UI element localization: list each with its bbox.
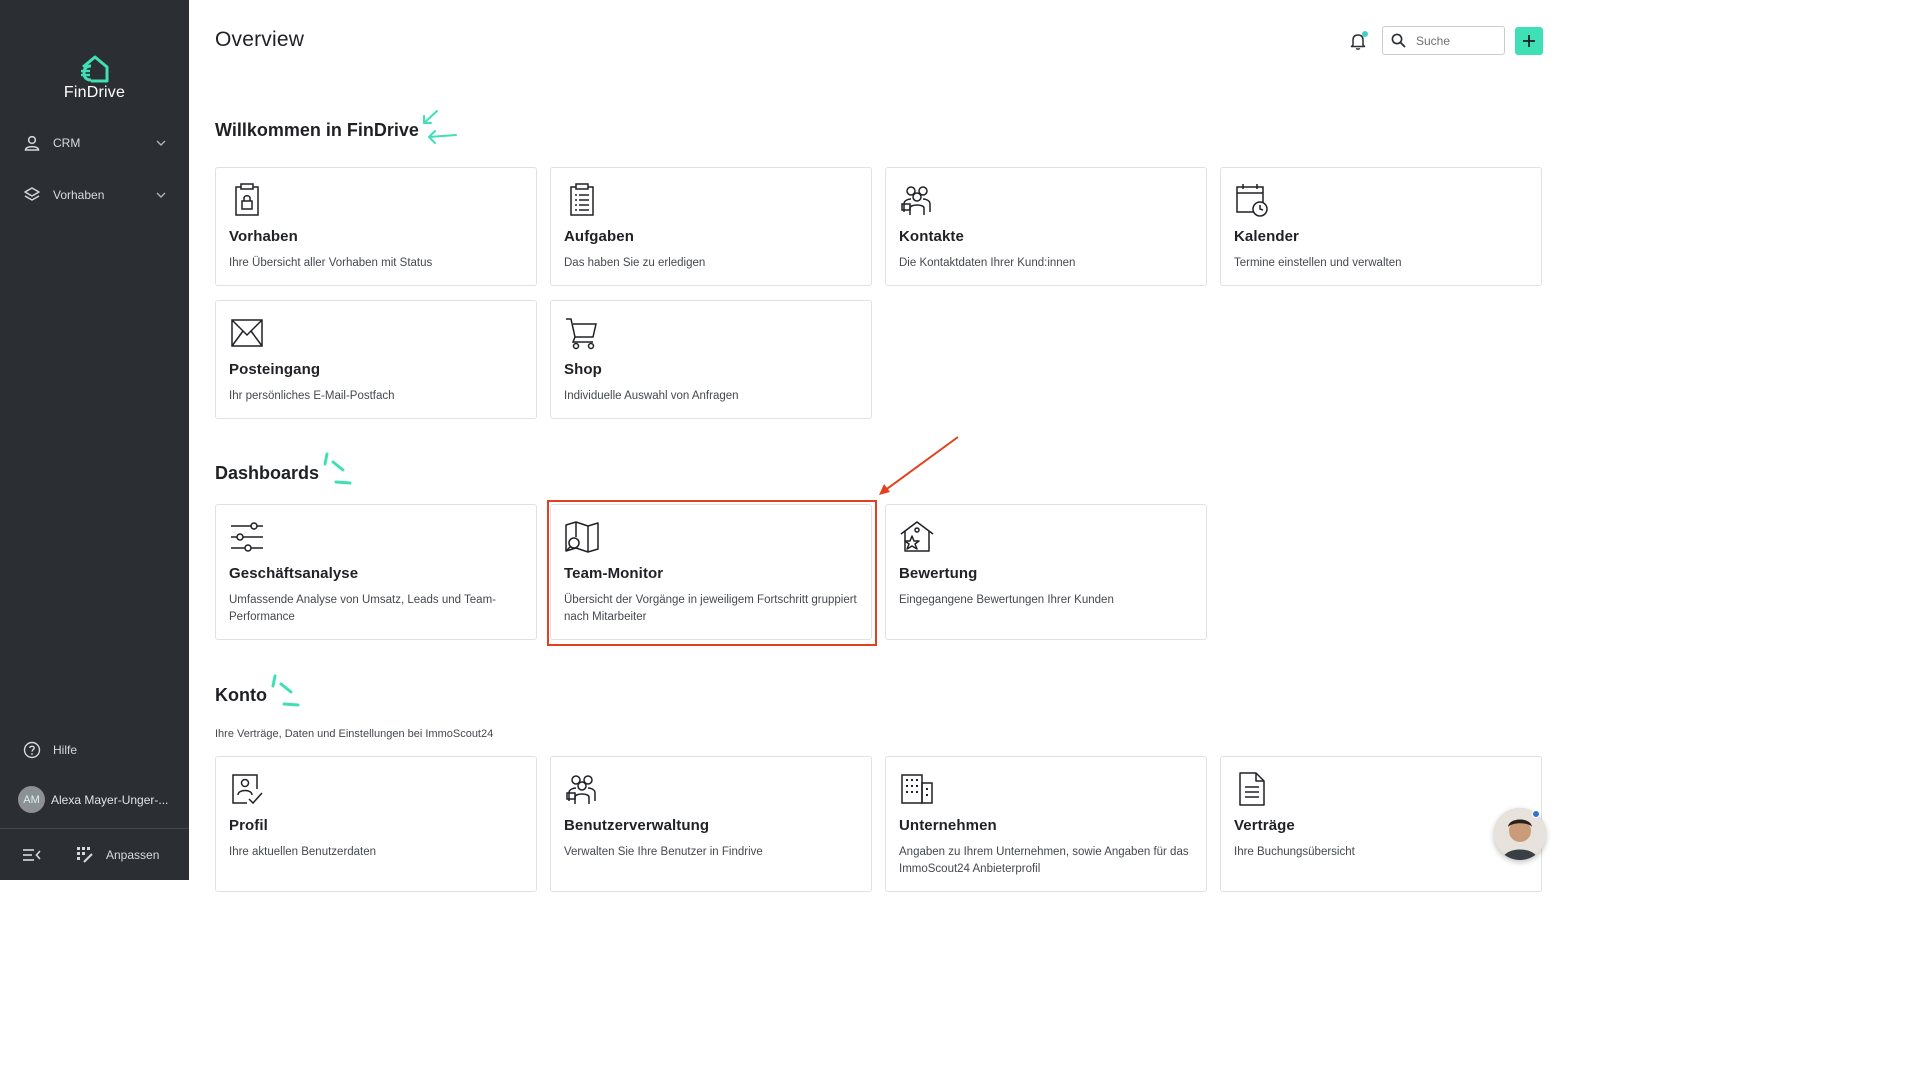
search-box[interactable] <box>1382 26 1505 55</box>
add-button[interactable] <box>1515 26 1543 55</box>
arrow-decoration-icon <box>423 110 457 144</box>
card-description: Termine einstellen und verwalten <box>1234 257 1402 269</box>
card-description: Ihre aktuellen Benutzerdaten <box>229 846 377 858</box>
chevron-down-icon <box>156 140 166 146</box>
card-title: Kontakte <box>899 228 964 245</box>
section-title-konto: Konto <box>215 685 267 705</box>
user-menu[interactable]: AM Alexa Mayer-Unger-... <box>18 786 168 813</box>
sliders-icon <box>231 522 263 552</box>
profile-check-icon <box>232 774 263 805</box>
cart-icon <box>566 318 597 350</box>
search-input[interactable] <box>1416 33 1496 48</box>
person-icon <box>22 133 42 153</box>
sidebar-item-label: Vorhaben <box>53 188 105 202</box>
card-title: Posteingang <box>229 361 321 378</box>
card-title: Shop <box>564 361 602 378</box>
sparkle-decoration-icon <box>323 452 352 485</box>
card-description: Individuelle Auswahl von Anfragen <box>564 390 739 402</box>
calendar-clock-icon <box>1236 184 1268 217</box>
card-shop[interactable]: Shop Individuelle Auswahl von Anfragen <box>550 300 872 419</box>
card-description: Ihr persönliches E-Mail-Postfach <box>229 390 395 402</box>
notifications-button[interactable] <box>1348 30 1368 51</box>
card-title: Unternehmen <box>899 817 997 834</box>
card-description: Eingegangene Bewertungen Ihrer Kunden <box>899 594 1114 606</box>
card-description: Übersicht der Vorgänge in jeweiligem For… <box>564 594 857 623</box>
card-team-monitor[interactable]: Team-Monitor Übersicht der Vorgänge in j… <box>550 504 872 640</box>
card-geschaeftsanalyse[interactable]: Geschäftsanalyse Umfassende Analyse von … <box>215 504 537 640</box>
card-kalender[interactable]: Kalender Termine einstellen und verwalte… <box>1220 167 1542 286</box>
card-description: Das haben Sie zu erledigen <box>564 257 706 269</box>
card-description: Die Kontaktdaten Ihrer Kund:innen <box>899 257 1076 269</box>
sidebar-item-label: CRM <box>53 136 81 150</box>
card-title: Verträge <box>1234 817 1295 834</box>
card-profil[interactable]: Profil Ihre aktuellen Benutzerdaten <box>215 756 537 892</box>
card-title: Geschäftsanalyse <box>229 565 359 582</box>
card-description: Ihre Buchungsübersicht <box>1234 846 1355 858</box>
card-title: Aufgaben <box>564 228 634 245</box>
users-icon <box>566 775 596 804</box>
findrive-logo-icon <box>80 55 108 83</box>
customize-label: Anpassen <box>106 847 160 862</box>
layers-icon <box>22 185 42 205</box>
section-subtitle-konto: Ihre Verträge, Daten und Einstellungen b… <box>215 728 494 740</box>
avatar: AM <box>18 786 45 813</box>
house-star-icon <box>900 521 934 552</box>
envelope-icon <box>231 319 263 347</box>
card-description: Angaben zu Ihrem Unternehmen, sowie Anga… <box>899 846 1189 875</box>
card-title: Bewertung <box>899 565 978 582</box>
logo[interactable]: FinDrive <box>0 54 189 102</box>
annotation-arrow-icon <box>879 436 959 495</box>
plus-icon <box>1523 34 1535 47</box>
card-description: Ihre Übersicht aller Vorhaben mit Status <box>229 257 433 269</box>
sparkle-decoration-icon <box>271 674 300 707</box>
sidebar-footer: Anpassen <box>0 828 189 880</box>
card-vorhaben[interactable]: Vorhaben Ihre Übersicht aller Vorhaben m… <box>215 167 537 286</box>
help-icon <box>22 740 42 760</box>
section-title-welcome: Willkommen in FinDrive <box>215 120 419 140</box>
clipboard-lock-icon <box>235 183 259 216</box>
card-title: Vorhaben <box>229 228 298 245</box>
map-search-icon <box>565 521 599 553</box>
building-icon <box>901 774 933 804</box>
section-title-dashboards: Dashboards <box>215 463 320 483</box>
card-unternehmen[interactable]: Unternehmen Angaben zu Ihrem Unternehmen… <box>885 756 1207 892</box>
user-name: Alexa Mayer-Unger-... <box>51 792 169 807</box>
card-vertraege[interactable]: Verträge Ihre Buchungsübersicht <box>1220 756 1542 892</box>
page-title: Overview <box>215 28 305 51</box>
card-title: Benutzerverwaltung <box>564 817 710 834</box>
card-title: Team-Monitor <box>564 565 664 582</box>
card-title: Profil <box>229 817 268 834</box>
chevron-down-icon <box>156 192 166 198</box>
customize-grid-icon <box>76 846 94 864</box>
card-description: Umfassende Analyse von Umsatz, Leads und… <box>229 594 496 623</box>
card-bewertung[interactable]: Bewertung Eingegangene Bewertungen Ihrer… <box>885 504 1207 640</box>
sidebar-item-crm[interactable]: CRM <box>0 123 189 163</box>
customize-button[interactable]: Anpassen <box>76 846 159 864</box>
search-icon <box>1391 33 1406 48</box>
sidebar-item-help[interactable]: Hilfe <box>0 730 189 770</box>
document-icon <box>1239 772 1265 806</box>
card-kontakte[interactable]: Kontakte Die Kontaktdaten Ihrer Kund:inn… <box>885 167 1207 286</box>
card-description: Verwalten Sie Ihre Benutzer in Findrive <box>564 846 763 858</box>
checklist-icon <box>570 183 594 216</box>
card-posteingang[interactable]: Posteingang Ihr persönliches E-Mail-Post… <box>215 300 537 419</box>
card-aufgaben[interactable]: Aufgaben Das haben Sie zu erledigen <box>550 167 872 286</box>
app-name: FinDrive <box>63 84 126 101</box>
card-benutzerverwaltung[interactable]: Benutzerverwaltung Verwalten Sie Ihre Be… <box>550 756 872 892</box>
collapse-sidebar-icon[interactable] <box>22 845 42 865</box>
sidebar-item-vorhaben[interactable]: Vorhaben <box>0 175 189 215</box>
sidebar-item-label: Hilfe <box>53 743 78 757</box>
sidebar: FinDrive CRM Vorhaben Hilfe AM Alexa May… <box>0 0 189 880</box>
card-title: Kalender <box>1234 228 1299 245</box>
topbar <box>1348 26 1543 55</box>
chat-notification-dot <box>1532 810 1540 818</box>
notification-dot <box>1362 30 1368 37</box>
contacts-icon <box>901 186 931 215</box>
